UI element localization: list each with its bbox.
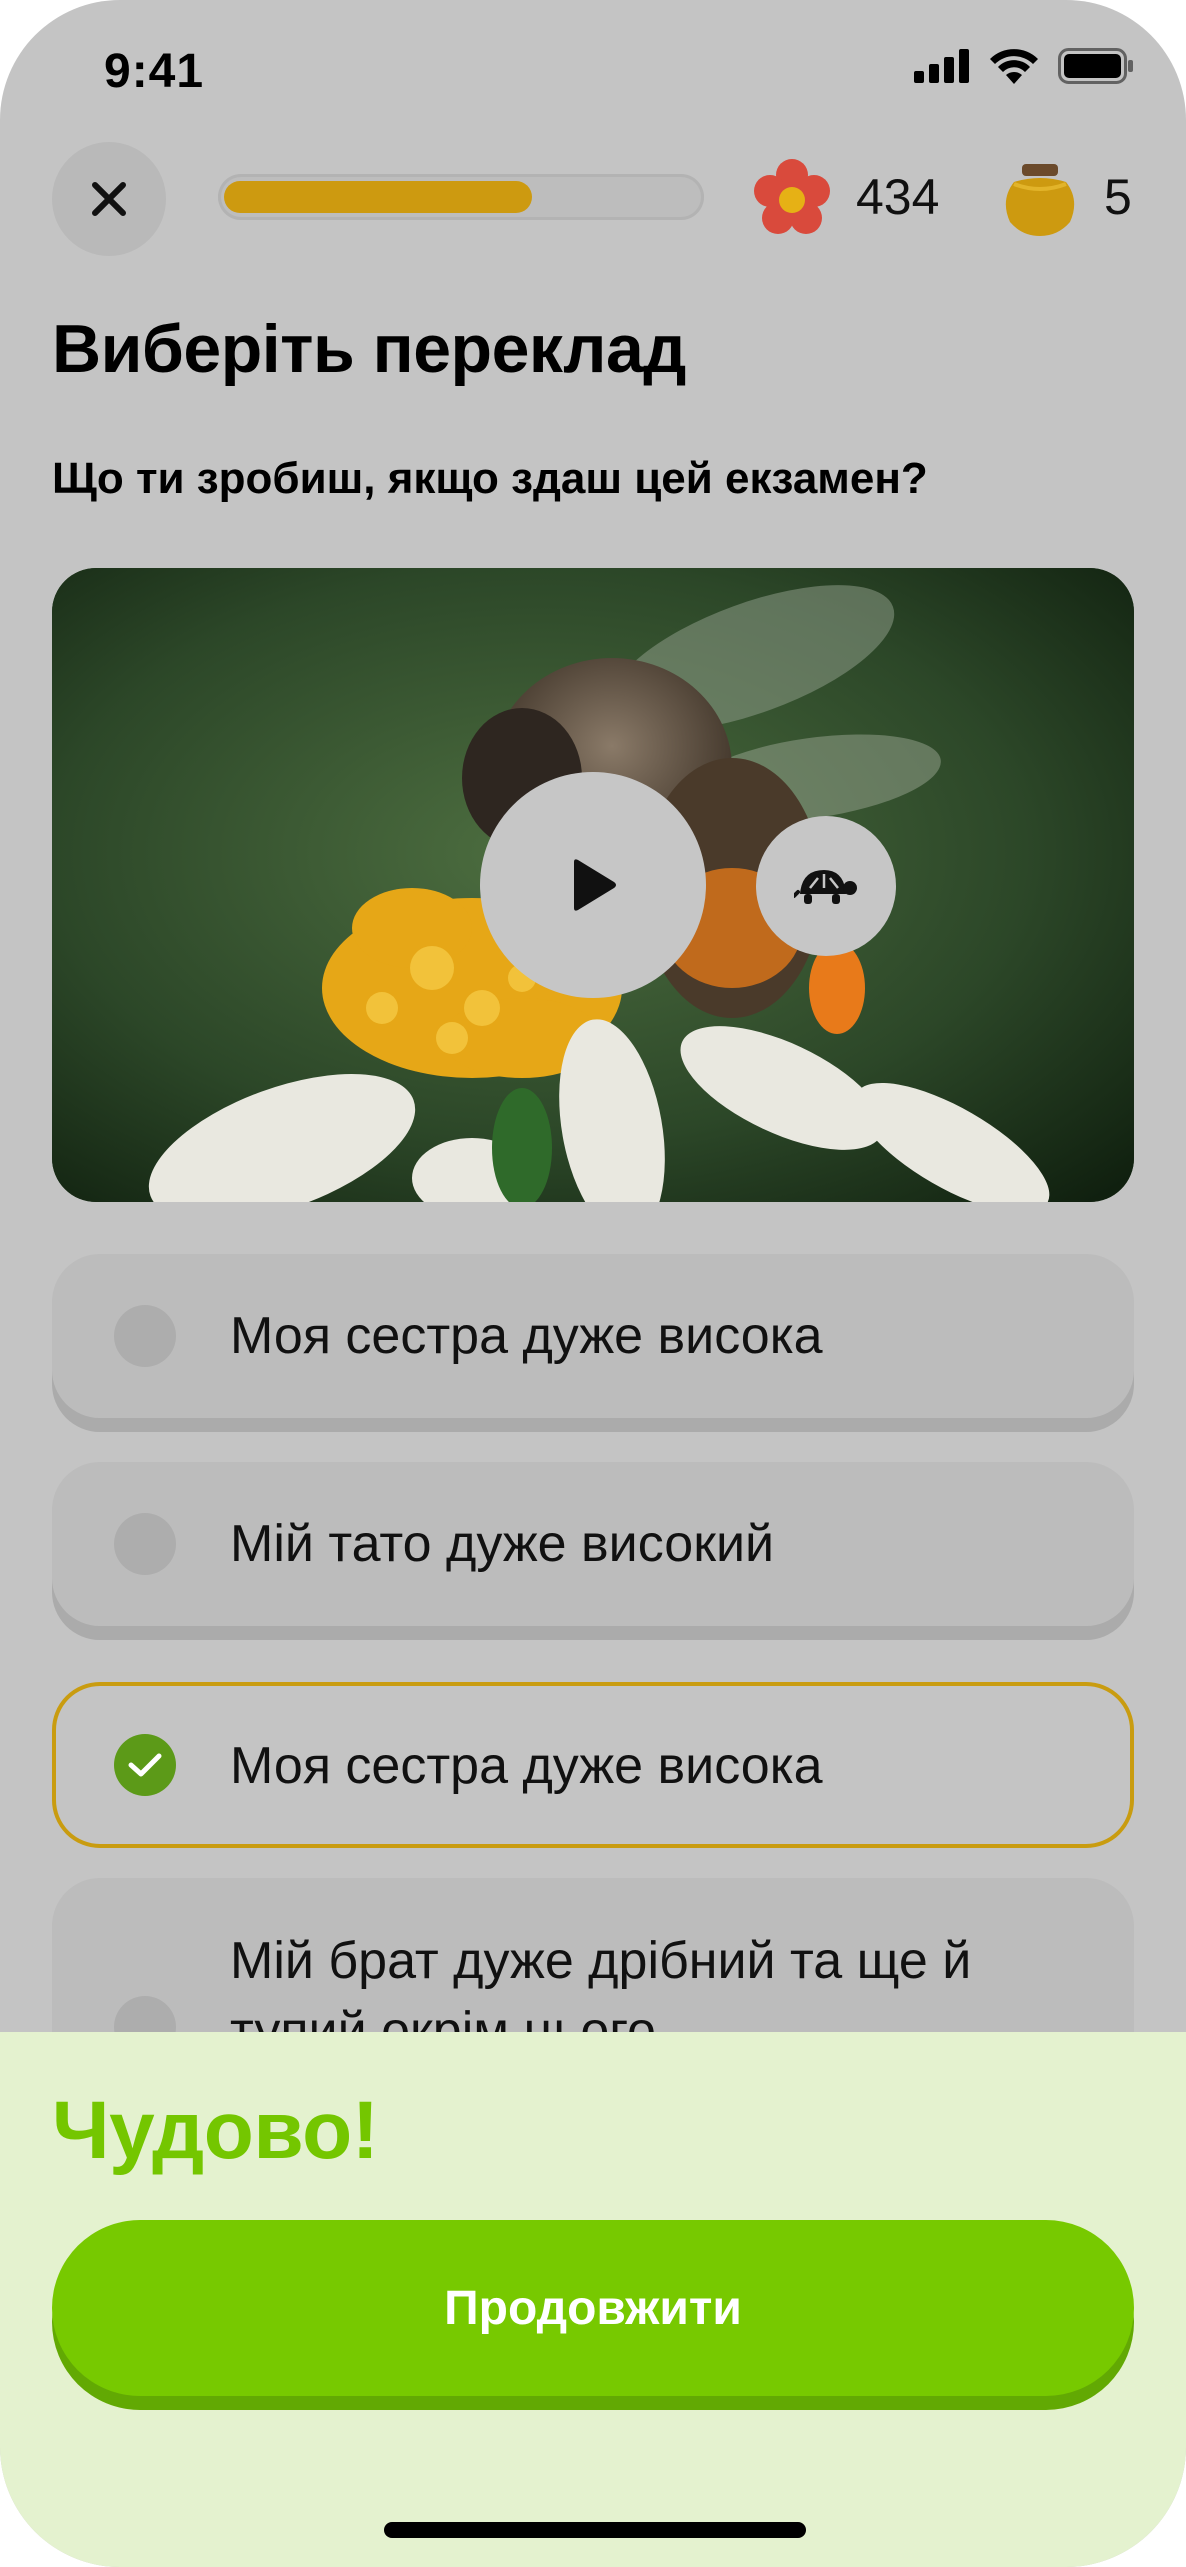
lesson-progress-bar [218,174,704,220]
wifi-icon [990,49,1038,84]
turtle-icon [794,870,857,904]
close-icon [92,182,126,216]
answer-option-2[interactable]: Мій тато дуже високий [52,1462,1134,1626]
slow-audio-button[interactable] [756,816,896,956]
close-button[interactable] [52,142,166,256]
cellular-signal-icon [914,49,969,83]
phone-screen: 9:41 434 5 Виберіть переклад Що ти зроби… [0,0,1186,2567]
status-icons [914,48,1134,84]
honey-pot-icon [1005,164,1075,236]
battery-icon [1058,48,1133,84]
answer-option-label: Моя сестра дуже висока [230,1307,823,1365]
flower-icon [754,159,830,234]
radio-unchecked-icon [114,1305,176,1367]
feedback-title: Чудово! [52,2085,379,2176]
play-audio-button[interactable] [480,772,706,998]
lesson-progress-fill [224,181,532,213]
continue-button[interactable]: Продовжити [52,2220,1134,2396]
flowers-count: 434 [856,169,940,225]
answer-option-1[interactable]: Моя сестра дуже висока [52,1254,1134,1418]
exercise-title: Виберіть переклад [52,311,686,387]
answer-option-3[interactable]: Моя сестра дуже висока [52,1682,1134,1848]
exercise-prompt: Що ти зробиш, якщо здаш цей екзамен? [52,454,928,503]
play-icon [574,859,616,911]
answer-option-label: Моя сестра дуже висока [230,1737,823,1795]
radio-unchecked-icon [114,1513,176,1575]
home-indicator[interactable] [384,2522,806,2538]
answer-option-label: Мій тато дуже високий [230,1515,775,1573]
honey-count: 5 [1104,169,1132,225]
status-time: 9:41 [104,45,205,98]
check-icon [114,1734,176,1796]
feedback-sheet: Чудово! Продовжити [0,2032,1186,2567]
